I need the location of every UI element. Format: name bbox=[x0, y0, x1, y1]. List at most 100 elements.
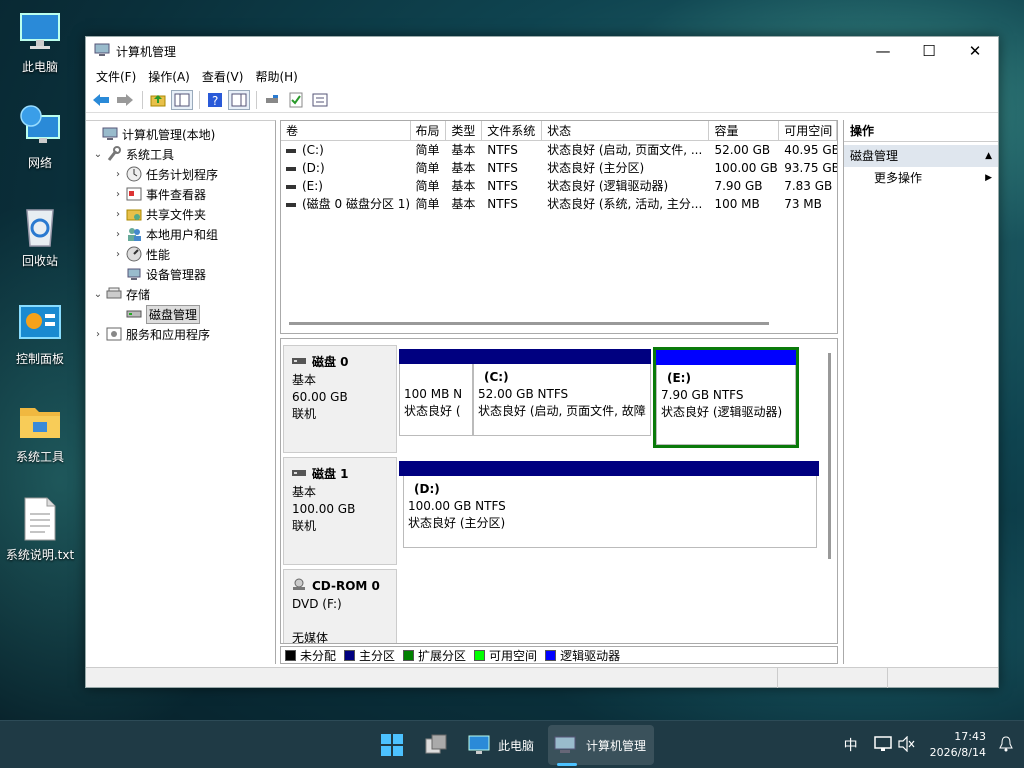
desktop-icon-system-tools[interactable]: 系统工具 bbox=[2, 398, 78, 465]
desktop-icon-this-pc[interactable]: 此电脑 bbox=[2, 8, 78, 75]
chevron-right-icon[interactable]: › bbox=[112, 189, 124, 200]
column-header-status[interactable]: 状态 bbox=[542, 121, 710, 140]
computer-management-window: 计算机管理 — ☐ ✕ 文件(F) 操作(A) 查看(V) 帮助(H) ? 计算… bbox=[85, 36, 999, 688]
chevron-right-icon[interactable]: › bbox=[112, 229, 124, 240]
svg-text:?: ? bbox=[212, 94, 218, 108]
more-actions-item[interactable]: 更多操作 ▶ bbox=[844, 167, 998, 189]
cell-type: 基本 bbox=[451, 143, 476, 157]
column-header-free-space[interactable]: 可用空间 bbox=[779, 121, 838, 140]
tree-system-tools[interactable]: ⌄ 系统工具 bbox=[86, 144, 275, 164]
partition-e[interactable]: (E:) 7.90 GB NTFS 状态良好 (逻辑驱动器) bbox=[653, 347, 799, 448]
partition-bar bbox=[399, 349, 473, 364]
chevron-right-icon[interactable]: › bbox=[112, 169, 124, 180]
desktop-icon-readme[interactable]: 系统说明.txt bbox=[2, 496, 78, 563]
cdrom-0-label[interactable]: CD-ROM 0 DVD (F:) 无媒体 bbox=[283, 569, 397, 643]
toolbar-separator bbox=[256, 90, 257, 109]
taskbar-this-pc[interactable]: 此电脑 bbox=[462, 725, 542, 765]
minimize-button[interactable]: — bbox=[860, 37, 906, 65]
center-pane: 卷 布局 类型 文件系统 状态 容量 可用空间 (C:) 简单 基本 NTFS 状态良好… bbox=[280, 120, 838, 664]
chevron-down-icon[interactable]: ⌄ bbox=[92, 149, 104, 160]
windows-logo-icon bbox=[381, 734, 403, 756]
forward-button[interactable] bbox=[114, 90, 136, 110]
tree-performance[interactable]: › 性能 bbox=[86, 244, 275, 264]
cell-type: 基本 bbox=[451, 197, 476, 211]
tree-services-apps[interactable]: › 服务和应用程序 bbox=[86, 324, 275, 344]
menu-file[interactable]: 文件(F) bbox=[90, 68, 142, 85]
tree-device-manager[interactable]: 设备管理器 bbox=[86, 264, 275, 284]
maximize-button[interactable]: ☐ bbox=[906, 37, 952, 65]
cell-layout: 简单 bbox=[415, 179, 440, 193]
tree-event-viewer[interactable]: › 事件查看器 bbox=[86, 184, 275, 204]
disk-1-label[interactable]: 磁盘 1 基本 100.00 GB 联机 bbox=[283, 457, 397, 565]
table-row[interactable]: (磁盘 0 磁盘分区 1) 简单 基本 NTFS 状态良好 (系统, 活动, 主分...… bbox=[281, 195, 837, 213]
computer-management-icon bbox=[102, 126, 118, 142]
tree-root[interactable]: 计算机管理(本地) bbox=[86, 124, 275, 144]
menu-help[interactable]: 帮助(H) bbox=[249, 68, 303, 85]
partition-bar bbox=[399, 461, 819, 476]
column-header-volume[interactable]: 卷 bbox=[281, 121, 411, 140]
chevron-down-icon[interactable]: ⌄ bbox=[92, 289, 104, 300]
cell-free-space: 7.83 GB bbox=[784, 179, 833, 193]
desktop-icon-network[interactable]: 网络 bbox=[2, 104, 78, 171]
tree-disk-management[interactable]: 磁盘管理 bbox=[86, 304, 275, 324]
column-header-capacity[interactable]: 容量 bbox=[709, 121, 780, 140]
connect-drive-button[interactable] bbox=[261, 90, 283, 110]
show-action-pane-button[interactable] bbox=[228, 89, 250, 110]
task-view-button[interactable] bbox=[416, 725, 456, 765]
properties-button[interactable] bbox=[309, 90, 331, 110]
tree-shared-folders[interactable]: › 共享文件夹 bbox=[86, 204, 275, 224]
desktop-icon-recycle-bin[interactable]: 回收站 bbox=[2, 202, 78, 269]
device-manager-icon bbox=[126, 266, 142, 282]
partition-bar bbox=[473, 349, 651, 364]
horizontal-scrollbar[interactable] bbox=[289, 322, 769, 325]
disk-drive-icon bbox=[292, 466, 306, 483]
check-button[interactable] bbox=[285, 90, 307, 110]
shared-folder-icon bbox=[126, 206, 142, 222]
chevron-right-icon[interactable]: › bbox=[112, 249, 124, 260]
volume-muted-icon[interactable] bbox=[897, 735, 916, 755]
column-header-layout[interactable]: 布局 bbox=[411, 121, 447, 140]
column-header-filesystem[interactable]: 文件系统 bbox=[482, 121, 543, 140]
forward-arrow-icon bbox=[117, 93, 133, 106]
active-indicator bbox=[557, 763, 577, 766]
desktop-icon-control-panel[interactable]: 控制面板 bbox=[2, 300, 78, 367]
start-button[interactable] bbox=[372, 725, 412, 765]
properties-icon bbox=[312, 93, 328, 106]
toolbar: ? bbox=[86, 87, 998, 113]
tree-storage[interactable]: ⌄ 存储 bbox=[86, 284, 275, 304]
notification-bell-icon[interactable] bbox=[998, 735, 1014, 755]
tree-task-scheduler[interactable]: › 任务计划程序 bbox=[86, 164, 275, 184]
actions-pane: 操作 磁盘管理 ▲ 更多操作 ▶ bbox=[843, 120, 998, 664]
help-button[interactable]: ? bbox=[204, 90, 226, 110]
submenu-arrow-icon: ▶ bbox=[985, 173, 992, 183]
cell-layout: 简单 bbox=[415, 197, 440, 211]
partition-d[interactable]: (D:) 100.00 GB NTFS 状态良好 (主分区) bbox=[399, 461, 819, 548]
ime-indicator[interactable]: 中 bbox=[844, 735, 858, 755]
column-header-type[interactable]: 类型 bbox=[446, 121, 483, 140]
cell-layout: 简单 bbox=[415, 143, 440, 157]
vertical-scrollbar[interactable] bbox=[828, 353, 831, 559]
up-folder-button[interactable] bbox=[147, 90, 169, 110]
title-bar[interactable]: 计算机管理 — ☐ ✕ bbox=[86, 37, 998, 65]
partition-system-reserved[interactable]: 100 MB N 状态良好 ( bbox=[399, 349, 473, 436]
disk-0-label[interactable]: 磁盘 0 基本 60.00 GB 联机 bbox=[283, 345, 397, 453]
tree-local-users[interactable]: › 本地用户和组 bbox=[86, 224, 275, 244]
table-row[interactable]: (E:) 简单 基本 NTFS 状态良好 (逻辑驱动器) 7.90 GB 7.83 GB bbox=[281, 177, 837, 195]
chevron-right-icon[interactable]: › bbox=[112, 209, 124, 220]
show-hide-tree-button[interactable] bbox=[171, 89, 193, 110]
network-status-icon[interactable] bbox=[873, 735, 892, 755]
table-row[interactable]: (D:) 简单 基本 NTFS 状态良好 (主分区) 100.00 GB 93.75 GB bbox=[281, 159, 837, 177]
console-tree-icon bbox=[174, 93, 190, 106]
chevron-right-icon[interactable]: › bbox=[92, 329, 104, 340]
actions-section-disk-management[interactable]: 磁盘管理 ▲ bbox=[844, 145, 998, 167]
menu-view[interactable]: 查看(V) bbox=[196, 68, 250, 85]
close-button[interactable]: ✕ bbox=[952, 37, 998, 65]
menu-action[interactable]: 操作(A) bbox=[142, 68, 196, 85]
toolbar-separator bbox=[142, 90, 143, 109]
taskbar-computer-management[interactable]: 计算机管理 bbox=[548, 725, 654, 765]
table-row[interactable]: (C:) 简单 基本 NTFS 状态良好 (启动, 页面文件, ... 52.00 GB 4… bbox=[281, 141, 837, 159]
legend-swatch bbox=[403, 649, 415, 661]
clock[interactable]: 17:43 2026/8/14 bbox=[930, 729, 986, 761]
partition-c[interactable]: (C:) 52.00 GB NTFS 状态良好 (启动, 页面文件, 故障 bbox=[473, 349, 651, 436]
back-button[interactable] bbox=[90, 90, 112, 110]
